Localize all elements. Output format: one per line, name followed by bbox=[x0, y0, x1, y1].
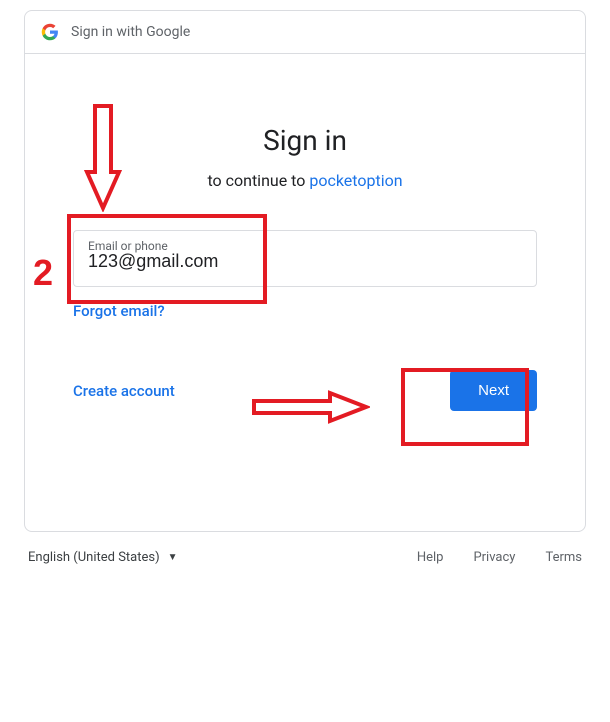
header-bar: Sign in with Google bbox=[25, 11, 585, 54]
privacy-link[interactable]: Privacy bbox=[473, 550, 515, 565]
next-button[interactable]: Next bbox=[450, 370, 537, 411]
help-link[interactable]: Help bbox=[417, 550, 444, 565]
terms-link[interactable]: Terms bbox=[545, 550, 582, 565]
annotation-arrow-down-icon bbox=[83, 102, 123, 212]
page-heading: Sign in bbox=[73, 124, 537, 157]
footer-links: Help Privacy Terms bbox=[417, 550, 582, 565]
email-label: Email or phone bbox=[88, 239, 168, 253]
create-account-link[interactable]: Create account bbox=[73, 382, 175, 400]
email-field[interactable] bbox=[88, 251, 522, 272]
header-title: Sign in with Google bbox=[71, 24, 190, 40]
subheading-prefix: to continue to bbox=[207, 171, 309, 190]
annotation-step-number: 2 bbox=[33, 252, 53, 294]
actions-row: Create account Next bbox=[73, 370, 537, 411]
language-label: English (United States) bbox=[28, 550, 160, 565]
app-link[interactable]: pocketoption bbox=[309, 171, 402, 190]
signin-card: Sign in with Google Sign in to continue … bbox=[24, 10, 586, 532]
content-area: Sign in to continue to pocketoption Emai… bbox=[25, 54, 585, 531]
chevron-down-icon: ▼ bbox=[168, 552, 178, 563]
footer: English (United States) ▼ Help Privacy T… bbox=[24, 532, 586, 565]
page-subheading: to continue to pocketoption bbox=[73, 171, 537, 190]
google-logo-icon bbox=[41, 23, 59, 41]
email-input-wrap[interactable]: Email or phone bbox=[73, 230, 537, 287]
forgot-email-link[interactable]: Forgot email? bbox=[73, 302, 165, 320]
language-selector[interactable]: English (United States) ▼ bbox=[28, 550, 178, 565]
